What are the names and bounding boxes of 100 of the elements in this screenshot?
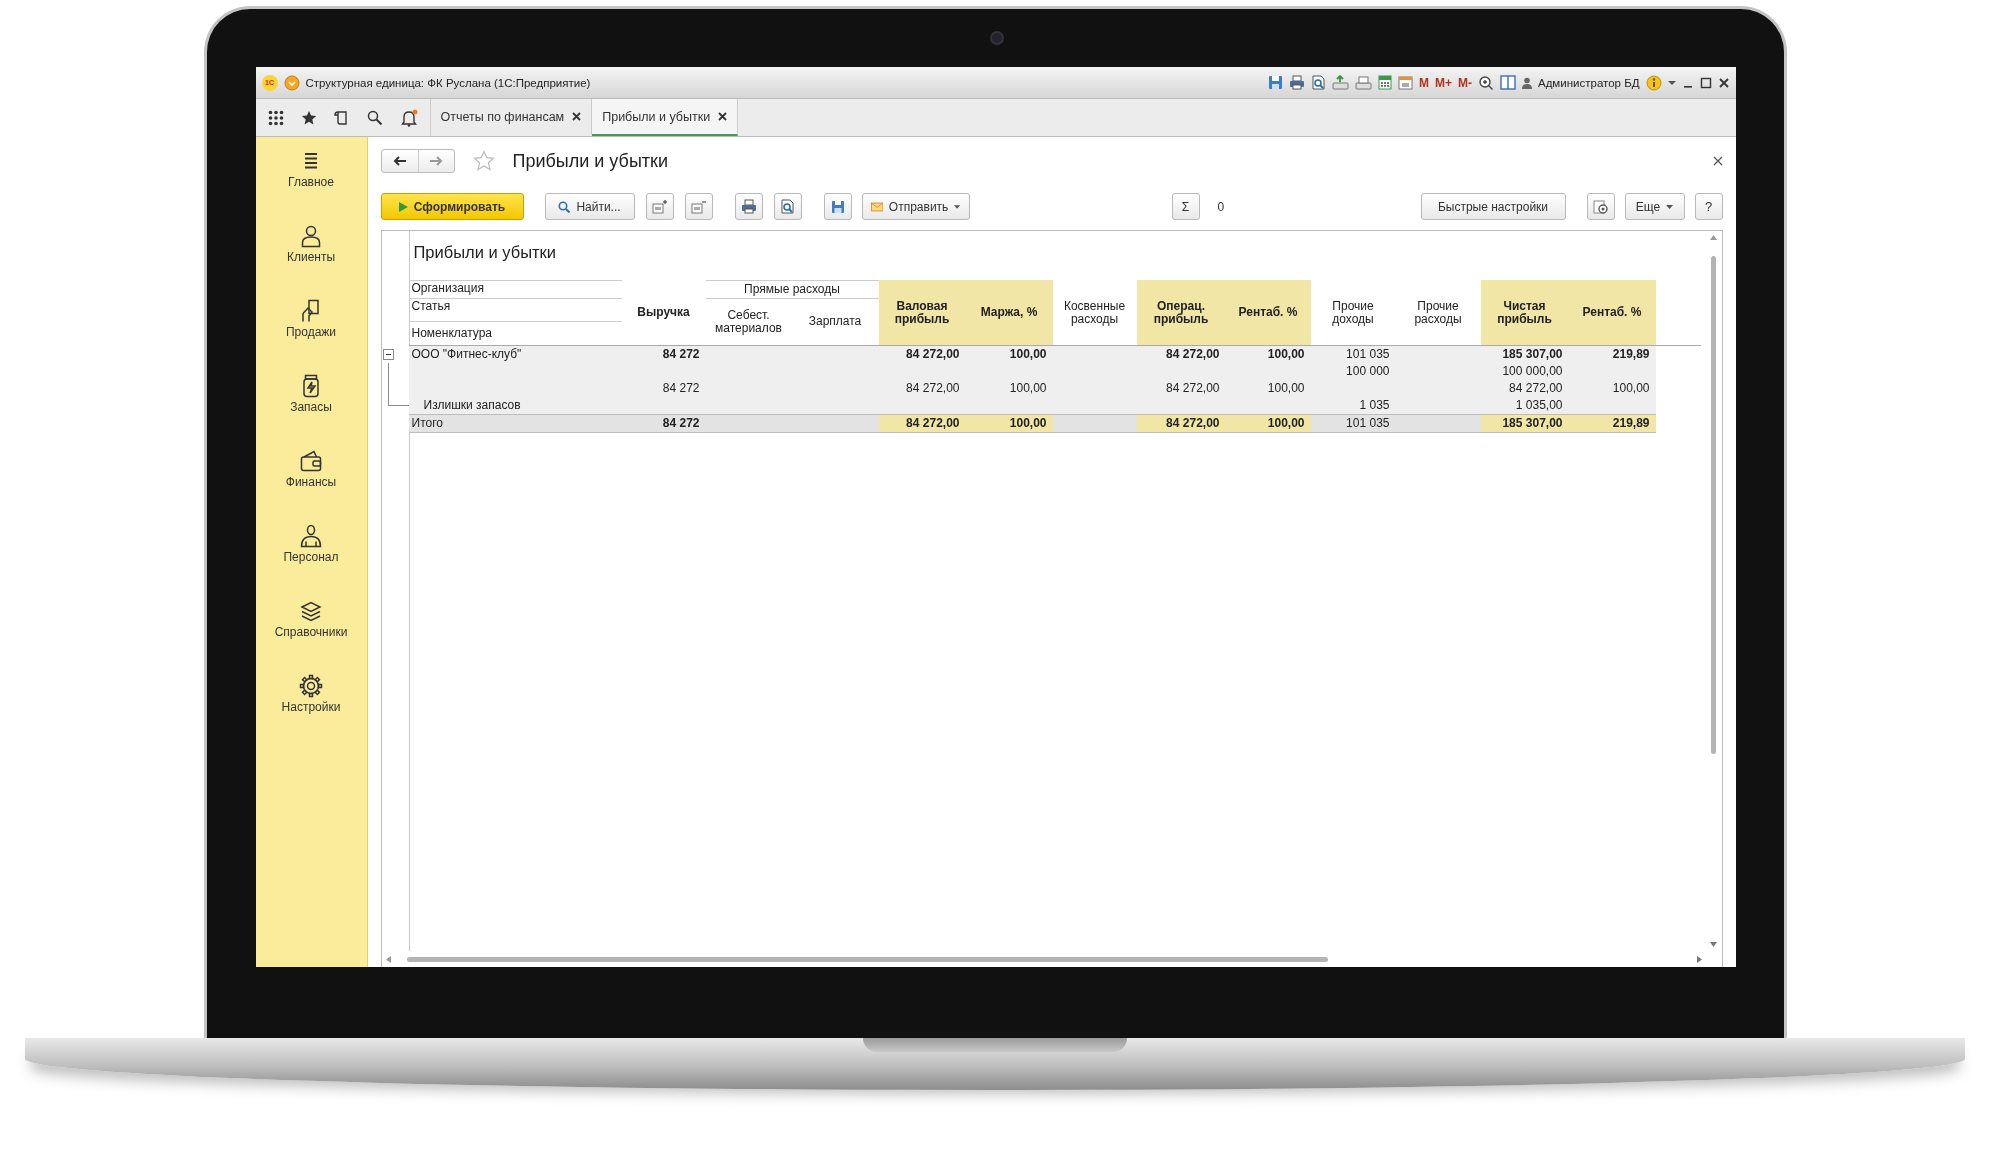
- sidebar-item[interactable]: Персонал: [283, 524, 339, 599]
- table-cell-text: 185 307,00: [1501, 346, 1564, 363]
- memory-button[interactable]: M-: [1458, 75, 1472, 90]
- column-header: Валовая прибыль: [878, 280, 966, 346]
- sidebar-item[interactable]: Справочники: [274, 599, 348, 674]
- row-label: Итого: [411, 416, 443, 430]
- scroll-up-icon: [1710, 235, 1717, 240]
- table-cell-text: 84 272: [661, 415, 701, 432]
- table-cell-text: 84 272,00: [905, 380, 961, 397]
- print-icon[interactable]: [1288, 75, 1305, 90]
- row-label: Излишки запасов: [423, 398, 521, 412]
- sidebar-label[interactable]: Настройки: [281, 700, 341, 714]
- sidebar-label[interactable]: Клиенты: [286, 250, 336, 264]
- panel-icon[interactable]: [1500, 75, 1516, 90]
- sum-button[interactable]: Σ: [1171, 193, 1200, 220]
- close-icon[interactable]: [718, 112, 728, 121]
- sidebar-label[interactable]: Справочники: [274, 625, 348, 639]
- sidebar-label[interactable]: Запасы: [290, 400, 332, 414]
- sum-value: 0: [1217, 199, 1226, 214]
- table-cell: 100,00: [1225, 415, 1311, 432]
- search-icon[interactable]: [366, 109, 383, 126]
- table-cell-text: 84 272,00: [905, 346, 961, 363]
- column-header: Рентаб. %: [1225, 280, 1311, 346]
- sidebar-label[interactable]: Финансы: [285, 475, 337, 489]
- envelope-icon: [870, 201, 883, 212]
- calculator-icon[interactable]: [1377, 75, 1392, 90]
- sidebar-item[interactable]: Клиенты: [286, 224, 336, 299]
- close-icon[interactable]: [1717, 76, 1730, 89]
- dimension-header: Номенклатура: [410, 325, 494, 342]
- user-name[interactable]: Администратор БД: [1538, 76, 1640, 89]
- caret-icon: [1666, 204, 1674, 209]
- table-cell-text: 84 272,00: [1508, 380, 1564, 397]
- collapse-icon[interactable]: [382, 349, 394, 360]
- caret-icon[interactable]: [1667, 79, 1676, 86]
- table-cell-text: 84 272,00: [1165, 380, 1221, 397]
- tab[interactable]: Прибыли и убытки: [592, 99, 739, 136]
- quick-settings-button[interactable]: Быстрые настройки: [1420, 193, 1566, 220]
- info-icon[interactable]: [1645, 74, 1662, 91]
- table-cell-text: 1 035: [1358, 397, 1391, 414]
- column-header: Маржа, %: [965, 280, 1053, 346]
- wallet-icon: [299, 449, 323, 473]
- sidebar-item[interactable]: Запасы: [290, 374, 332, 449]
- settings-icon: [1592, 198, 1609, 215]
- apps-grid-icon[interactable]: [267, 109, 284, 126]
- bell-icon[interactable]: [399, 108, 418, 127]
- table-cell-text: 219,89: [1611, 346, 1651, 363]
- print-icon: [740, 199, 757, 214]
- preview-icon: [780, 199, 795, 214]
- print-button[interactable]: [734, 193, 763, 220]
- memory-button[interactable]: M: [1418, 75, 1429, 90]
- star-icon[interactable]: [472, 150, 495, 172]
- dimension-header: Статья: [408, 299, 622, 322]
- upload-icon[interactable]: [1331, 75, 1349, 90]
- stack-icon[interactable]: [1354, 75, 1372, 90]
- scroll-right-icon: [1696, 955, 1702, 963]
- gear-icon: [299, 674, 323, 698]
- books-icon: [299, 599, 323, 623]
- column-header: Рентаб. %: [1568, 280, 1656, 346]
- window-title: Структурная единица: ФК Руслана (1С:Предприятие): [305, 76, 592, 89]
- column-group-header: Прямые расходы: [705, 280, 879, 299]
- close-icon[interactable]: [1712, 156, 1723, 166]
- settings-button[interactable]: [1586, 193, 1615, 220]
- memory-button[interactable]: M+: [1434, 75, 1452, 90]
- sidebar-label[interactable]: Персонал: [283, 550, 339, 564]
- star-icon[interactable]: [300, 109, 317, 126]
- table-cell-text: 100,00: [1008, 380, 1048, 397]
- send-button[interactable]: Отправить: [861, 193, 970, 220]
- table-cell-text: 100 000,00: [1501, 363, 1564, 380]
- find-button[interactable]: Найти...: [544, 193, 635, 220]
- maximize-icon[interactable]: [1699, 76, 1712, 89]
- scroll-down-icon: [1710, 942, 1717, 947]
- table-cell-text: 84 272: [661, 380, 701, 397]
- sidebar-item[interactable]: Продажи: [285, 299, 337, 374]
- save-button[interactable]: [823, 193, 852, 220]
- expand-icon: [651, 199, 668, 214]
- sidebar-label[interactable]: Главное: [288, 175, 334, 189]
- scroll-left-icon: [385, 955, 391, 963]
- history-icon[interactable]: [333, 109, 350, 126]
- preview-button[interactable]: [773, 193, 802, 220]
- table-cell-text: 100 000: [1345, 363, 1391, 380]
- user-icon: [1522, 76, 1532, 89]
- sidebar-item[interactable]: Настройки: [281, 674, 341, 749]
- back-arrow-icon: [392, 156, 407, 166]
- dropdown-icon[interactable]: [283, 74, 300, 91]
- form-title: Прибыли и убытки: [512, 150, 669, 172]
- more-button[interactable]: Еще: [1624, 193, 1685, 220]
- save-icon[interactable]: [1267, 75, 1283, 90]
- generate-button[interactable]: Сформировать: [380, 193, 524, 220]
- sidebar-item[interactable]: Главное: [288, 149, 334, 224]
- table-cell-text: 100,00: [1266, 380, 1306, 397]
- close-icon[interactable]: [572, 112, 582, 121]
- table-cell: 219,89: [1568, 415, 1656, 432]
- zoom-in-icon[interactable]: [1478, 74, 1494, 91]
- collapse-icon: [690, 199, 707, 214]
- help-button[interactable]: ?: [1694, 193, 1723, 220]
- caret-icon: [954, 204, 961, 209]
- sidebar-label[interactable]: Продажи: [285, 325, 337, 339]
- preview-icon[interactable]: [1310, 75, 1326, 90]
- sidebar-item[interactable]: Финансы: [285, 449, 337, 524]
- table-cell-text: 84 272,00: [1165, 346, 1221, 363]
